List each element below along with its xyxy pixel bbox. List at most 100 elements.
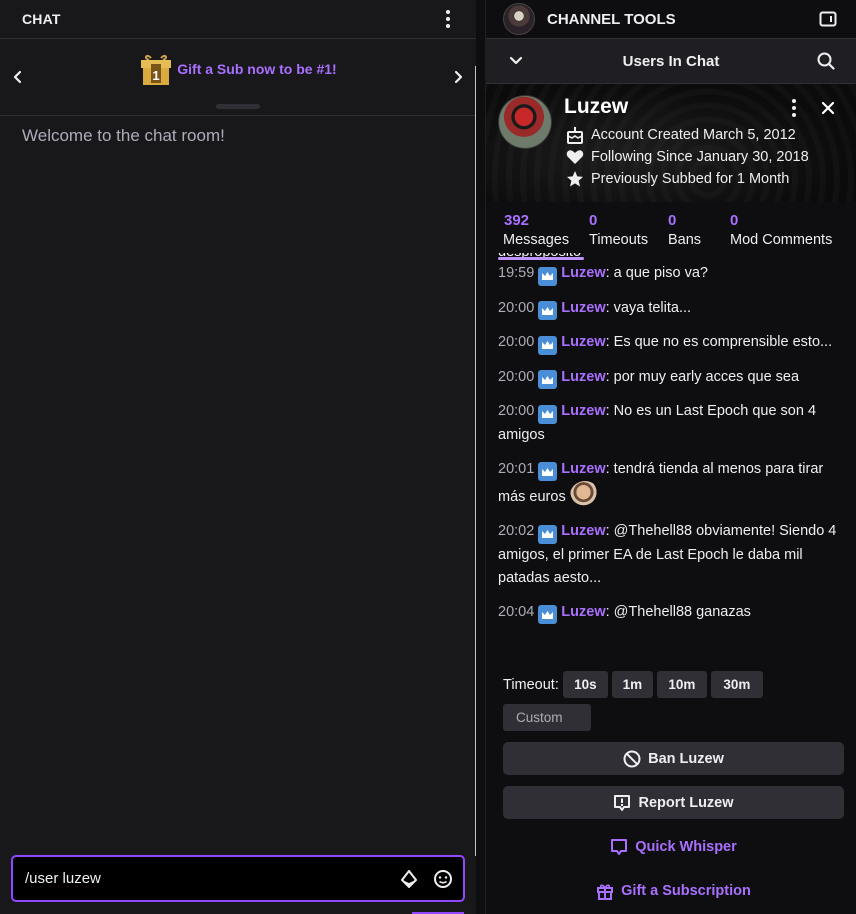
message-username[interactable]: Luzew bbox=[561, 604, 605, 620]
promo-text: Gift a Sub now to be #1! bbox=[177, 61, 337, 77]
tab-mod-comments[interactable]: 0 Mod Comments bbox=[730, 202, 832, 259]
timeout-1m-button[interactable]: 1m bbox=[611, 671, 653, 698]
ban-button[interactable]: Ban Luzew bbox=[503, 742, 844, 775]
timeout-10m-button[interactable]: 10m bbox=[656, 671, 707, 698]
channel-tools-pane: CHANNEL TOOLS Users In Chat Luzew Accoun… bbox=[485, 0, 856, 914]
chat-message: 20:00 Luzew: Es que no es comprensible es… bbox=[498, 331, 847, 355]
chat-message: 20:01 Luzew: tendrá tienda al menos para … bbox=[498, 458, 847, 509]
cake-icon bbox=[565, 125, 584, 144]
message-timestamp: 20:01 bbox=[498, 460, 535, 477]
quick-whisper-button[interactable]: Quick Whisper bbox=[503, 830, 844, 863]
tab-messages[interactable]: 392 Messages bbox=[503, 202, 589, 259]
face-emote-icon[interactable] bbox=[569, 481, 600, 509]
chat-title: CHAT bbox=[22, 11, 61, 27]
gift-subscription-label: Gift a Subscription bbox=[621, 882, 751, 899]
emote-picker-icon[interactable] bbox=[433, 869, 453, 889]
timeout-label: Timeout: bbox=[503, 676, 559, 693]
moderation-actions: Timeout: 10s 1m 10m 30m Custom Ban Luzew… bbox=[503, 671, 845, 907]
subscriber-badge-icon[interactable] bbox=[538, 301, 558, 320]
gift-subscription-button[interactable]: Gift a Subscription bbox=[503, 874, 844, 907]
ban-label: Ban Luzew bbox=[648, 750, 724, 767]
tab-timeouts[interactable]: 0 Timeouts bbox=[589, 202, 668, 259]
subscriber-badge-icon[interactable] bbox=[538, 605, 558, 624]
timeout-10s-button[interactable]: 10s bbox=[562, 671, 608, 698]
message-username[interactable]: Luzew bbox=[561, 265, 605, 281]
gift-rank-icon: 1 bbox=[139, 52, 173, 86]
report-icon bbox=[614, 794, 631, 811]
search-icon[interactable] bbox=[814, 49, 838, 73]
close-icon[interactable] bbox=[816, 96, 840, 120]
chevron-left-icon[interactable] bbox=[8, 67, 28, 87]
message-colon: : bbox=[605, 460, 614, 477]
message-username[interactable]: Luzew bbox=[561, 369, 605, 385]
bans-count: 0 bbox=[668, 212, 677, 229]
message-text: @Thehell88 ganazas bbox=[613, 603, 751, 620]
chat-input-box[interactable] bbox=[11, 855, 465, 902]
message-timestamp: 20:00 bbox=[498, 368, 535, 385]
promo-drag-handle[interactable] bbox=[216, 104, 260, 109]
chat-message: 20:00 Luzew: vaya telita... bbox=[498, 297, 847, 320]
user-name[interactable]: Luzew bbox=[564, 95, 628, 119]
user-avatar[interactable] bbox=[498, 95, 552, 149]
report-button[interactable]: Report Luzew bbox=[503, 786, 844, 819]
user-card-more-icon[interactable] bbox=[784, 96, 804, 120]
user-card: Luzew Account Created March 5, 2012 Foll… bbox=[486, 84, 856, 202]
message-text: a que piso va? bbox=[613, 265, 708, 281]
subscriber-badge-icon[interactable] bbox=[538, 524, 558, 544]
quick-whisper-label: Quick Whisper bbox=[635, 838, 737, 855]
subscriber-badge-icon[interactable] bbox=[538, 266, 558, 286]
custom-timeout-button[interactable]: Custom bbox=[503, 704, 591, 731]
subscriber-badge-icon[interactable] bbox=[538, 404, 558, 424]
message-timestamp: 20:00 bbox=[498, 299, 535, 316]
message-history[interactable]: despropósito 19:59Luzew: a que piso va?2… bbox=[486, 253, 856, 653]
collapse-panel-icon[interactable] bbox=[816, 7, 840, 31]
ban-icon bbox=[623, 750, 641, 767]
users-in-chat-title: Users In Chat bbox=[622, 52, 720, 70]
chat-input[interactable] bbox=[25, 870, 399, 887]
tab-bans[interactable]: 0 Bans bbox=[668, 202, 730, 259]
chat-message: 20:00 Luzew: por muy early acces que sea bbox=[498, 366, 847, 389]
chevron-right-icon[interactable] bbox=[448, 67, 468, 87]
subscriber-badge-icon[interactable] bbox=[538, 370, 558, 389]
message-colon: : bbox=[605, 603, 614, 620]
messages-label: Messages bbox=[503, 232, 570, 248]
chat-message: 19:59 Luzew: a que piso va? bbox=[498, 262, 847, 286]
timeouts-count: 0 bbox=[589, 212, 598, 229]
message-username[interactable]: Luzew bbox=[561, 334, 605, 350]
svg-text:1: 1 bbox=[153, 68, 160, 83]
promo-content[interactable]: 1 Gift a Sub now to be #1! bbox=[139, 52, 337, 86]
message-colon: : bbox=[605, 334, 614, 350]
message-username[interactable]: Luzew bbox=[561, 461, 605, 477]
message-text: vaya telita... bbox=[613, 299, 692, 316]
channel-avatar[interactable] bbox=[503, 3, 535, 35]
bits-icon[interactable] bbox=[399, 869, 419, 889]
timeout-30m-button[interactable]: 30m bbox=[710, 671, 763, 698]
message-colon: : bbox=[605, 523, 614, 539]
chat-message: 20:02 Luzew: @Thehell88 obviamente! Siend… bbox=[498, 520, 847, 590]
channel-tools-title: CHANNEL TOOLS bbox=[547, 10, 676, 28]
user-stats-tabs: 392 Messages 0 Timeouts 0 Bans 0 Mod Com… bbox=[486, 202, 856, 259]
message-colon: : bbox=[605, 265, 614, 281]
message-username[interactable]: Luzew bbox=[561, 300, 605, 316]
channel-tools-header: CHANNEL TOOLS bbox=[486, 0, 856, 38]
bans-label: Bans bbox=[668, 232, 702, 248]
chat-settings-kebab-icon[interactable] bbox=[438, 7, 458, 31]
subscriber-badge-icon[interactable] bbox=[538, 462, 558, 481]
message-timestamp: 19:59 bbox=[498, 265, 535, 281]
message-text: Es que no es comprensible esto... bbox=[613, 334, 833, 350]
messages-count: 392 bbox=[504, 212, 530, 229]
following-since-text: Following Since January 30, 2018 bbox=[591, 148, 809, 165]
message-colon: : bbox=[605, 299, 614, 316]
message-colon: : bbox=[605, 403, 614, 419]
subscriber-badge-icon[interactable] bbox=[538, 335, 558, 355]
mod-comments-count: 0 bbox=[730, 212, 739, 229]
message-username[interactable]: Luzew bbox=[561, 523, 605, 539]
following-since-row: Following Since January 30, 2018 bbox=[565, 147, 809, 166]
chevron-down-icon[interactable] bbox=[504, 49, 528, 73]
message-username[interactable]: Luzew bbox=[561, 403, 605, 419]
welcome-message: Welcome to the chat room! bbox=[22, 126, 225, 145]
message-colon: : bbox=[605, 368, 614, 385]
message-timestamp: 20:02 bbox=[498, 523, 535, 539]
active-tab-indicator bbox=[498, 257, 584, 260]
account-created-text: Account Created March 5, 2012 bbox=[591, 126, 796, 143]
